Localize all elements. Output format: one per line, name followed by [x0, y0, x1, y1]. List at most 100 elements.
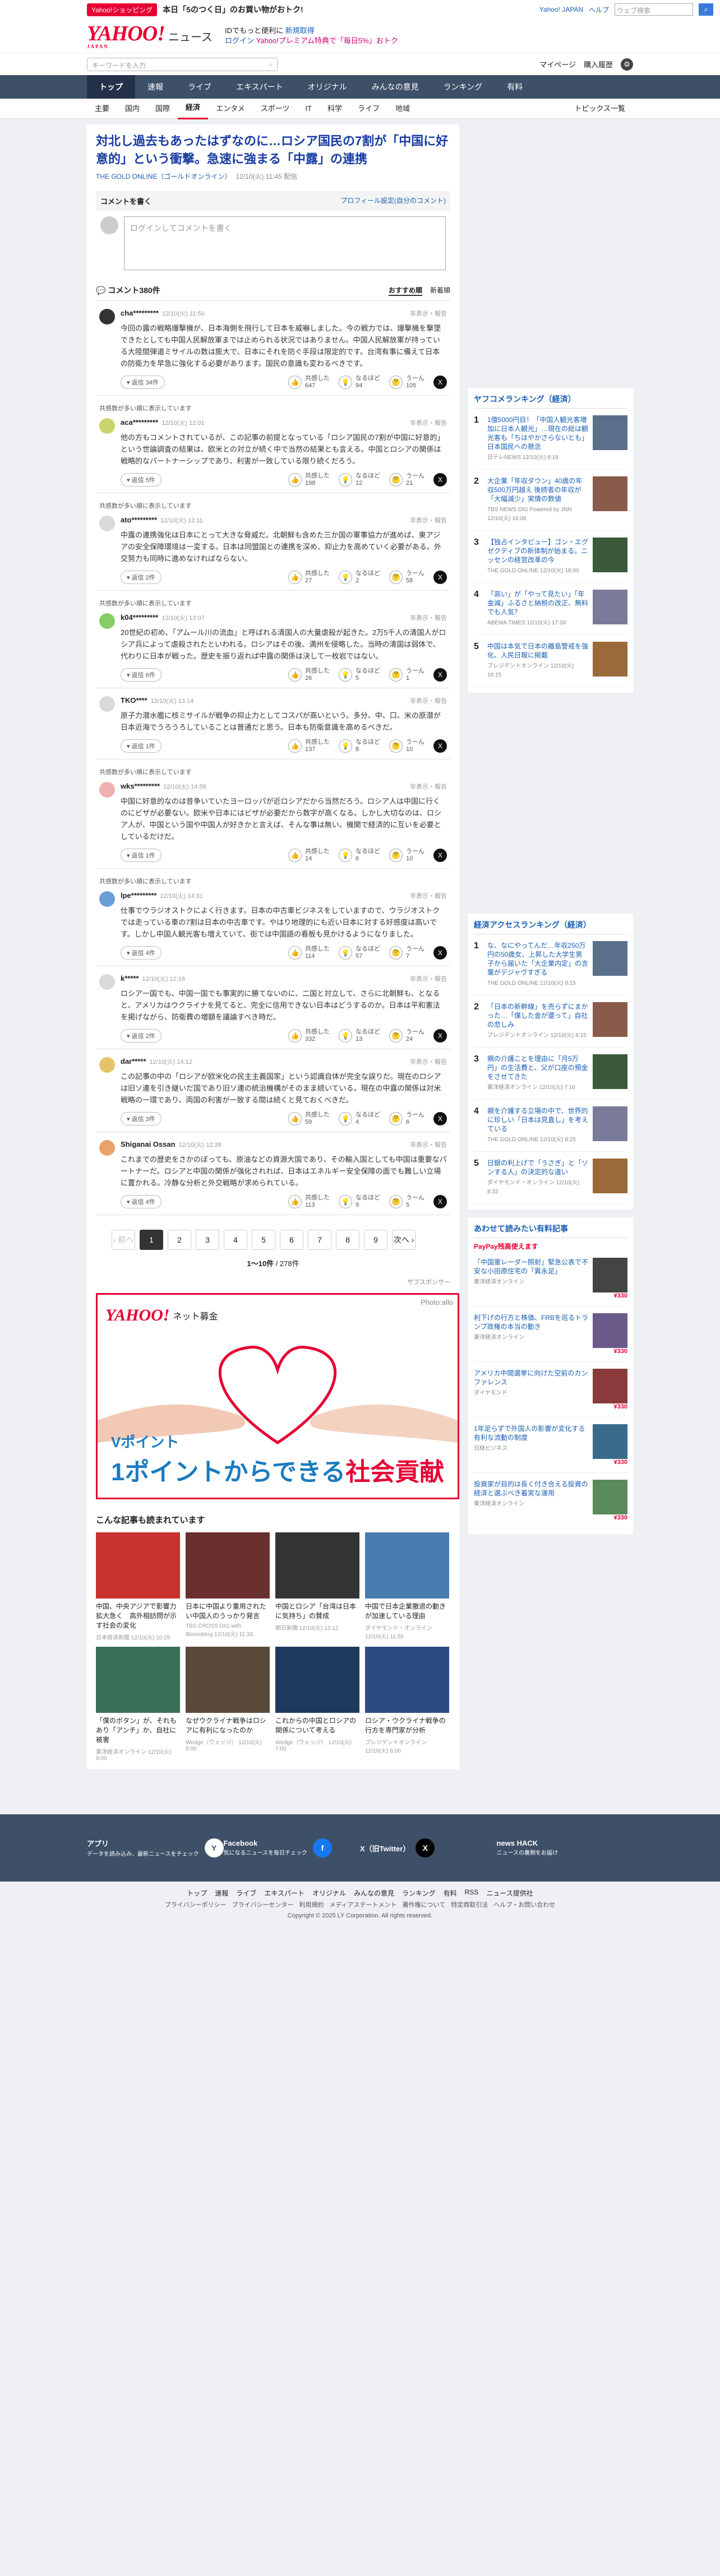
hmm-button[interactable]: 🤔 うーん 1: [389, 668, 424, 682]
empathy-button[interactable]: 👍 共感した 647: [288, 375, 330, 390]
help-link[interactable]: ヘルプ: [589, 5, 609, 15]
related-item[interactable]: 「僕のボタン」が、それもあり「アンチ」か、自社に被害 東洋経済オンライン 12/1…: [96, 1647, 180, 1762]
nav-item[interactable]: トップ: [87, 75, 135, 99]
related-item[interactable]: 中国で日本企業撤退の動きが加速している理由 ダイヤモンド・オンライン 12/10(…: [365, 1532, 449, 1641]
reply-button[interactable]: ▾ 返信 1件: [121, 849, 161, 862]
paid-article[interactable]: アメリカ中間選挙に向けた空前のカンファレンス ダイヤモンド ¥330: [474, 1362, 627, 1417]
article-title[interactable]: 対北し過去もあったはずなのに…ロシア国民の7割が「中国に好意的」という衝撃。急速…: [96, 132, 450, 168]
ad-banner[interactable]: YAHOO! ネット募金 Photo:allo Vポイント 1ポイントからできる社…: [96, 1293, 459, 1499]
nav-item[interactable]: オリジナル: [296, 75, 359, 99]
reply-button[interactable]: ▾ 返信 34件: [121, 376, 165, 389]
hmm-button[interactable]: 🤔 うーん 10: [389, 739, 424, 753]
report-link[interactable]: 非表示・報告: [410, 613, 447, 622]
category-tab[interactable]: エンタメ: [208, 99, 253, 119]
category-tab[interactable]: 地域: [387, 99, 418, 119]
empathy-button[interactable]: 👍 共感した 332: [288, 1028, 330, 1043]
report-link[interactable]: 非表示・報告: [410, 1140, 447, 1149]
empathy-button[interactable]: 👍 共感した 27: [288, 570, 330, 585]
category-tab[interactable]: 国際: [147, 99, 178, 119]
insight-button[interactable]: 💡 なるほど 4: [339, 1111, 380, 1126]
avatar[interactable]: [99, 696, 115, 712]
footer-newshack[interactable]: news HACK ニュースの裏側をお届け: [497, 1839, 634, 1857]
username[interactable]: aca*********: [121, 418, 158, 427]
ranking-item[interactable]: 1 1億5000円目！「中国人観光客増加に日本人観光」…現在の総は観光客も「ちはや…: [474, 409, 627, 470]
mypage-link[interactable]: マイページ: [539, 59, 576, 70]
reply-button[interactable]: ▾ 返信 1件: [121, 739, 161, 753]
footer-link[interactable]: 有料: [444, 1888, 457, 1898]
page-button[interactable]: 7: [308, 1230, 331, 1250]
avatar[interactable]: [99, 613, 115, 629]
page-button[interactable]: 5: [252, 1230, 275, 1250]
username[interactable]: lpe*********: [121, 891, 156, 900]
ranking-item[interactable]: 3 【独占インタビュー】ゴン・エグゼクティブの新体制が始まる。ニッセンの経営改革の…: [474, 531, 627, 583]
footer-link[interactable]: エキスパート: [264, 1888, 304, 1898]
avatar[interactable]: [99, 782, 115, 798]
footer-legal-link[interactable]: 著作権について: [403, 1900, 446, 1909]
category-tab[interactable]: 科学: [320, 99, 350, 119]
username[interactable]: dar*****: [121, 1057, 146, 1066]
comment-input[interactable]: ログインしてコメントを書く: [124, 216, 446, 270]
avatar[interactable]: [99, 974, 115, 990]
related-item[interactable]: ロシア・ウクライナ戦争の行方を専門家が分析 プレジデントオンライン 12/10(火…: [365, 1647, 449, 1762]
footer-legal-link[interactable]: プライバシーセンター: [232, 1900, 294, 1909]
empathy-button[interactable]: 👍 共感した 114: [288, 946, 330, 960]
username[interactable]: ato*********: [121, 516, 157, 525]
avatar[interactable]: [99, 1140, 115, 1156]
hmm-button[interactable]: 🤔 うーん 10: [389, 848, 424, 863]
reply-button[interactable]: ▾ 返信 2件: [121, 571, 161, 584]
insight-button[interactable]: 💡 なるほど 6: [339, 848, 380, 863]
footer-link[interactable]: RSS: [465, 1888, 479, 1898]
signup-link[interactable]: 新規取得: [285, 26, 315, 35]
insight-button[interactable]: 💡 なるほど 2: [339, 570, 380, 585]
footer-link[interactable]: ライブ: [236, 1888, 256, 1898]
nav-item[interactable]: ランキング: [431, 75, 495, 99]
footer-x[interactable]: X（旧Twitter） X: [360, 1838, 497, 1857]
nav-item[interactable]: みんなの意見: [359, 75, 431, 99]
x-share-icon[interactable]: X: [433, 849, 447, 862]
yahoo-logo[interactable]: YAHOO! JAPAN: [87, 23, 165, 49]
empathy-button[interactable]: 👍 共感した 113: [288, 1194, 330, 1209]
x-share-icon[interactable]: X: [433, 571, 447, 584]
empathy-button[interactable]: 👍 共感した 14: [288, 848, 330, 863]
page-button[interactable]: 6: [280, 1230, 303, 1250]
paid-article[interactable]: 「中国軍レーダー照射」緊急公表で不安な小田原住宅の「異永足」 東洋経済オンライン ¥…: [474, 1251, 627, 1306]
hmm-button[interactable]: 🤔 うーん 21: [389, 472, 424, 487]
username[interactable]: k*****: [121, 974, 139, 983]
footer-legal-link[interactable]: プライバシーポリシー: [165, 1900, 227, 1909]
report-link[interactable]: 非表示・報告: [410, 891, 447, 900]
footer-legal-link[interactable]: メディアステートメント: [329, 1900, 396, 1909]
report-link[interactable]: 非表示・報告: [410, 974, 447, 983]
related-item[interactable]: これからの中国とロシアの関係について考える Wedge（ウェッジ） 12/10(火…: [275, 1647, 359, 1762]
insight-button[interactable]: 💡 なるほど 57: [339, 946, 380, 960]
avatar[interactable]: [99, 418, 115, 434]
x-share-icon[interactable]: X: [433, 668, 447, 682]
hmm-button[interactable]: 🤔 うーん 58: [389, 570, 424, 585]
insight-button[interactable]: 💡 なるほど 13: [339, 1028, 380, 1043]
paid-article[interactable]: 利下げの行方と株価、FRBを巡るトランプ政権の本当の動き 東洋経済オンライン ¥33…: [474, 1306, 627, 1362]
page-button[interactable]: 1: [140, 1230, 163, 1250]
category-tab[interactable]: ライフ: [350, 99, 387, 119]
page-button[interactable]: 8: [336, 1230, 359, 1250]
reply-button[interactable]: ▾ 返信 4件: [121, 946, 161, 960]
ranking-item[interactable]: 4 親を介護する立場の中で、世界的に珍しい「日本は見直し」を考えている THE GO…: [474, 1100, 627, 1152]
category-tab[interactable]: IT: [297, 99, 320, 119]
search-icon[interactable]: ⌕: [269, 61, 273, 68]
premium-link[interactable]: Yahoo!プレミアム特典で「毎日5%」おトク: [256, 36, 398, 45]
avatar[interactable]: [99, 309, 115, 325]
purchase-history-link[interactable]: 購入履歴: [584, 59, 613, 70]
report-link[interactable]: 非表示・報告: [410, 418, 447, 427]
page-button[interactable]: 3: [196, 1230, 219, 1250]
x-share-icon[interactable]: X: [433, 1029, 447, 1043]
promo-text[interactable]: 本日「5のつく日」のお買い物がおトク!: [163, 4, 303, 15]
empathy-button[interactable]: 👍 共感した 137: [288, 739, 330, 753]
shopping-badge[interactable]: Yahoo!ショッピング: [87, 3, 158, 16]
username[interactable]: TKO****: [121, 696, 147, 705]
related-item[interactable]: なぜウクライナ戦争はロシアに有利になったのか Wedge（ウェッジ） 12/10(…: [186, 1647, 270, 1762]
paid-article[interactable]: 投資家が目的は長く付き合える投資の経済と選ぶべき着実な運用 東洋経済オンライン ¥3…: [474, 1473, 627, 1528]
report-link[interactable]: 非表示・報告: [410, 782, 447, 791]
reply-button[interactable]: ▾ 返信 2件: [121, 1029, 161, 1043]
ranking-item[interactable]: 1 な、なにやってんだ…年収250万円の50歳女、上昇した大学生男子から届いた「大…: [474, 934, 627, 995]
x-share-icon[interactable]: X: [433, 473, 447, 487]
footer-link[interactable]: ニュース提供社: [486, 1888, 533, 1898]
footer-link[interactable]: 速報: [215, 1888, 228, 1898]
